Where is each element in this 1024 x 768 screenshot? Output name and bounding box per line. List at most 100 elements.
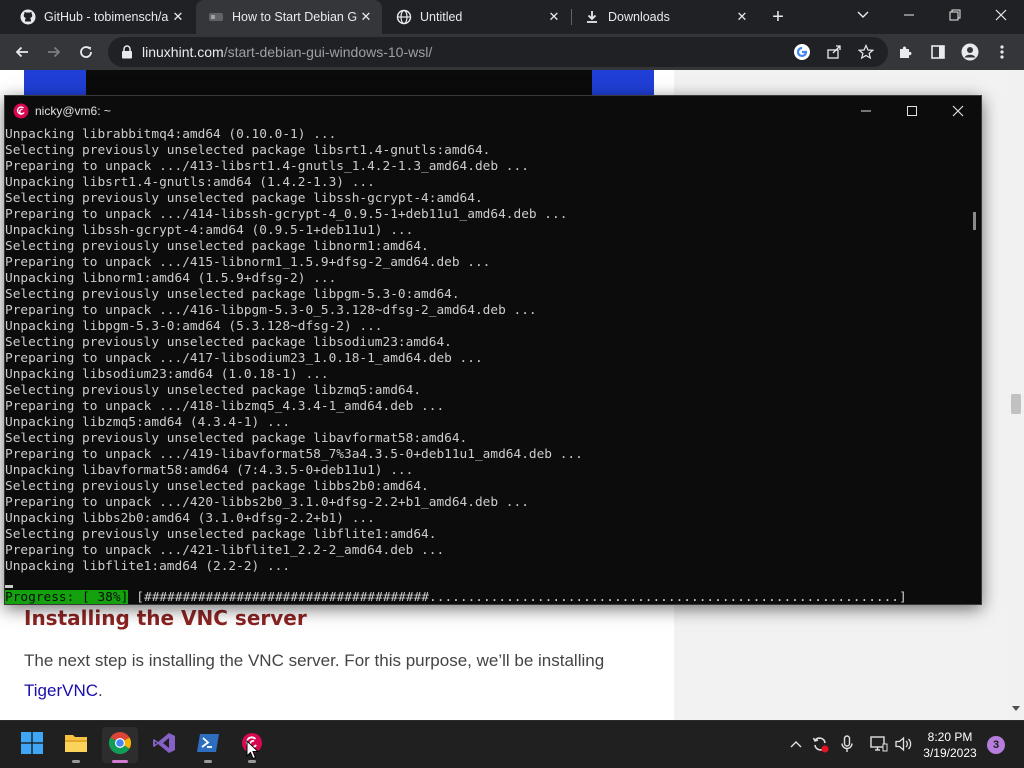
scroll-down-arrow-icon[interactable] <box>1012 706 1020 711</box>
running-indicator <box>204 760 212 763</box>
powershell-icon <box>196 732 220 759</box>
terminal-line: Unpacking libsodium23:amd64 (1.0.18-1) .… <box>5 367 329 382</box>
terminal-window[interactable]: nicky@vm6: ~ Unpacking librabbitmq4:amd6… <box>4 95 982 605</box>
terminal-minimize-button[interactable] <box>843 96 889 126</box>
tab-title: Untitled <box>420 10 463 24</box>
linuxhint-icon <box>208 9 224 25</box>
github-icon <box>20 9 36 25</box>
terminal-maximize-button[interactable] <box>889 96 935 126</box>
terminal-line: Preparing to unpack .../420-libbs2b0_3.1… <box>5 495 529 510</box>
terminal-line: Preparing to unpack .../418-libzmq5_4.3.… <box>5 399 445 414</box>
terminal-line: Unpacking librabbitmq4:amd64 (0.10.0-1) … <box>5 127 337 142</box>
taskbar-powershell[interactable] <box>190 727 226 763</box>
progress-bar: [#####################################..… <box>136 590 907 604</box>
tigervnc-link[interactable]: TigerVNC <box>24 681 98 700</box>
terminal-line: Preparing to unpack .../415-libnorm1_1.5… <box>5 255 491 270</box>
tab-close-icon[interactable]: ✕ <box>170 9 186 25</box>
progress-label: Progress: [ 38%] <box>5 590 129 604</box>
tab-github[interactable]: GitHub - tobimensch/a ✕ <box>8 0 194 34</box>
tab-downloads[interactable]: Downloads ✕ <box>572 0 758 34</box>
terminal-line: Selecting previously unselected package … <box>5 527 437 542</box>
forward-arrow-icon[interactable] <box>40 38 68 66</box>
lock-icon[interactable] <box>118 43 136 61</box>
terminal-line: Unpacking libzmq5:amd64 (4.3.4-1) ... <box>5 415 291 430</box>
address-bar[interactable]: linuxhint.com/start-debian-gui-windows-1… <box>108 37 888 67</box>
microphone-icon[interactable] <box>836 733 858 755</box>
terminal-line: Selecting previously unselected package … <box>5 431 468 446</box>
chrome-icon <box>108 731 132 760</box>
tab-close-icon[interactable]: ✕ <box>546 9 562 25</box>
screen: GitHub - tobimensch/a ✕ How to Start Deb… <box>0 0 1024 768</box>
download-icon <box>584 9 600 25</box>
clock-time: 8:20 PM <box>927 730 973 744</box>
close-window-button[interactable] <box>978 0 1024 30</box>
terminal-titlebar[interactable]: nicky@vm6: ~ <box>5 96 981 126</box>
terminal-line: Selecting previously unselected package … <box>5 287 460 302</box>
terminal-line: Preparing to unpack .../414-libssh-gcryp… <box>5 207 568 222</box>
terminal-cursor <box>5 585 13 588</box>
taskbar-visual-studio[interactable] <box>146 727 182 763</box>
debian-icon <box>13 103 29 119</box>
restore-button[interactable] <box>932 0 978 30</box>
sync-alert-icon[interactable] <box>809 733 831 755</box>
terminal-line: Selecting previously unselected package … <box>5 239 429 254</box>
terminal-scrollbar[interactable] <box>969 126 981 604</box>
tab-untitled[interactable]: Untitled ✕ <box>384 0 570 34</box>
terminal-line: Selecting previously unselected package … <box>5 383 422 398</box>
terminal-line: Preparing to unpack .../413-libsrt1.4-gn… <box>5 159 529 174</box>
start-button[interactable] <box>14 727 50 763</box>
terminal-line: Selecting previously unselected package … <box>5 191 483 206</box>
terminal-line: Preparing to unpack .../419-libavformat5… <box>5 447 583 462</box>
terminal-line: Unpacking libavformat58:amd64 (7:4.3.5-0… <box>5 463 414 478</box>
terminal-title: nicky@vm6: ~ <box>35 104 111 118</box>
terminal-output[interactable]: Unpacking librabbitmq4:amd64 (0.10.0-1) … <box>5 126 969 604</box>
progress-row: Progress: [ 38%] [######################… <box>5 590 907 604</box>
tab-close-icon[interactable]: ✕ <box>358 9 374 25</box>
clock-date: 3/19/2023 <box>923 746 977 760</box>
new-tab-button[interactable]: + <box>766 5 790 29</box>
tab-close-icon[interactable]: ✕ <box>734 9 750 25</box>
terminal-line: Preparing to unpack .../421-libflite1_2.… <box>5 543 445 558</box>
terminal-line: Preparing to unpack .../416-libpgm-5.3-0… <box>5 303 537 318</box>
tab-linuxhint[interactable]: How to Start Debian GU ✕ <box>196 0 382 34</box>
terminal-line: Unpacking libssh-gcrypt-4:amd64 (0.9.5-1… <box>5 223 414 238</box>
running-indicator <box>112 760 128 763</box>
url-domain: linuxhint.com <box>142 44 224 60</box>
back-arrow-icon[interactable] <box>8 38 36 66</box>
show-hidden-icons-chevron-icon[interactable] <box>785 733 807 755</box>
taskbar-chrome[interactable] <box>102 727 138 763</box>
browser-menu-icon[interactable] <box>990 40 1014 64</box>
visual-studio-icon <box>152 731 176 760</box>
minimize-button[interactable] <box>886 0 932 30</box>
reload-icon[interactable] <box>72 38 100 66</box>
terminal-line: Unpacking libflite1:amd64 (2.2-2) ... <box>5 559 291 574</box>
google-lens-icon[interactable] <box>790 40 814 64</box>
tab-search-chevron-icon[interactable] <box>840 0 886 30</box>
scrollbar-thumb[interactable] <box>1011 394 1021 414</box>
browser-toolbar: linuxhint.com/start-debian-gui-windows-1… <box>0 34 1024 70</box>
browser-tab-strip: GitHub - tobimensch/a ✕ How to Start Deb… <box>0 0 1024 34</box>
terminal-line: Preparing to unpack .../417-libsodium23_… <box>5 351 483 366</box>
terminal-line: Selecting previously unselected package … <box>5 479 429 494</box>
terminal-line: Unpacking libsrt1.4-gnutls:amd64 (1.4.2-… <box>5 175 375 190</box>
file-explorer-icon <box>64 732 88 759</box>
running-indicator <box>248 760 256 763</box>
profile-avatar-icon[interactable] <box>958 40 982 64</box>
taskbar-file-explorer[interactable] <box>58 727 94 763</box>
terminal-close-button[interactable] <box>935 96 981 126</box>
system-clock[interactable]: 8:20 PM 3/19/2023 <box>916 729 984 761</box>
paragraph-text: The next step is installing the VNC serv… <box>24 651 605 670</box>
terminal-line: Unpacking libnorm1:amd64 (1.5.9+dfsg-2) … <box>5 271 337 286</box>
start-icon <box>21 731 43 759</box>
share-icon[interactable] <box>822 40 846 64</box>
terminal-scrollbar-thumb[interactable] <box>973 212 976 230</box>
taskbar: 8:20 PM 3/19/2023 3 <box>0 720 1024 768</box>
url-path: /start-debian-gui-windows-10-wsl/ <box>223 44 433 60</box>
bookmark-star-icon[interactable] <box>854 40 878 64</box>
volume-icon[interactable] <box>893 733 915 755</box>
network-icon[interactable] <box>868 733 890 755</box>
page-scrollbar[interactable] <box>1008 70 1024 720</box>
notification-badge[interactable]: 3 <box>987 736 1005 754</box>
side-panel-icon[interactable] <box>926 40 950 64</box>
extensions-puzzle-icon[interactable] <box>894 40 918 64</box>
